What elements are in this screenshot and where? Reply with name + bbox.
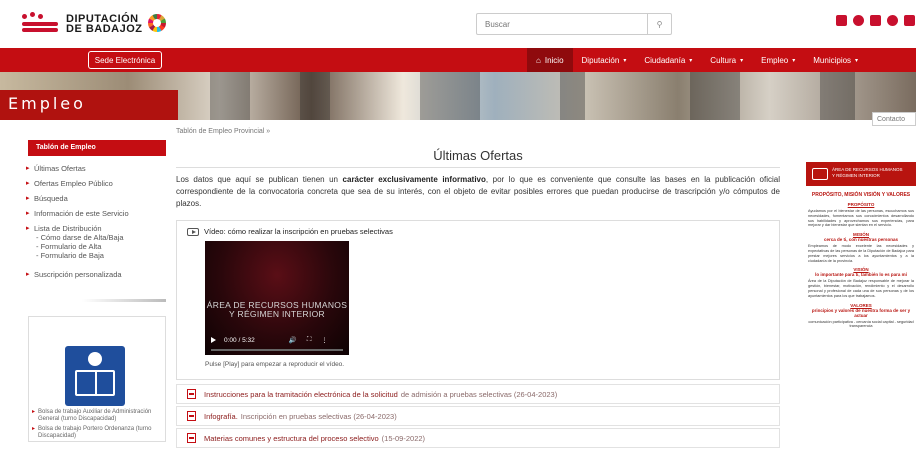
pdf-icon: [187, 411, 196, 421]
sidebar-menu: Últimas Ofertas Ofertas Empleo Público B…: [26, 164, 166, 279]
main-menu: ⌂ Inicio Diputación ▾ Ciudadanía ▾ Cultura…: [527, 48, 867, 72]
sidebar-item-ultimas-ofertas[interactable]: Últimas Ofertas: [26, 164, 166, 173]
sidebar-item-ofertas-empleo-publico[interactable]: Ofertas Empleo Público: [26, 179, 166, 188]
search-icon[interactable]: ⚲: [647, 14, 671, 34]
fullscreen-icon[interactable]: ⛶: [307, 336, 312, 344]
chevron-down-icon: ▾: [740, 57, 744, 64]
left-sidebar: Tablón de Empleo Últimas Ofertas Ofertas…: [26, 140, 166, 285]
sidebar-heading: Tablón de Empleo: [28, 140, 166, 156]
sidebar-item-informacion[interactable]: Información de este Servicio: [26, 209, 166, 218]
section-banner: Empleo: [0, 72, 916, 120]
video-player[interactable]: ÁREA DE RECURSOS HUMANOS Y RÉGIMEN INTER…: [205, 241, 349, 355]
youtube-icon[interactable]: [870, 15, 881, 26]
sede-electronica-button[interactable]: Sede Electrónica: [88, 51, 162, 69]
play-icon[interactable]: [211, 337, 216, 343]
chevron-down-icon: ▾: [623, 57, 627, 64]
flickr-icon[interactable]: [853, 15, 864, 26]
sdg-wheel-icon[interactable]: [148, 14, 166, 32]
nav-item-cultura[interactable]: Cultura ▾: [701, 48, 752, 72]
logo-line2: DE BADAJOZ: [66, 23, 143, 35]
twitter-icon[interactable]: [904, 15, 915, 26]
video-controls: 0:00 / 5:32 🔊 ⛶ ⋮: [205, 333, 349, 347]
easy-read-link[interactable]: Bolsa de trabajo Auxiliar de Administrac…: [32, 409, 165, 423]
sidebar-item-busqueda[interactable]: Búsqueda: [26, 194, 166, 203]
sidebar-item-lista-distribucion: Lista de Distribución - Cómo darse de Al…: [26, 224, 166, 260]
video-caption: Pulse [Play] para empezar a reproducir e…: [205, 361, 345, 368]
chevron-down-icon: ▾: [792, 57, 796, 64]
video-section: Vídeo: cómo realizar la inscripción en p…: [176, 220, 780, 380]
document-item: Infografía. Inscripción en pruebas selec…: [176, 406, 780, 426]
more-options-icon[interactable]: ⋮: [321, 336, 328, 344]
nav-item-inicio[interactable]: ⌂ Inicio: [527, 48, 573, 72]
document-item: Instrucciones para la tramitación electr…: [176, 384, 780, 404]
pdf-icon: [187, 433, 196, 443]
video-progress-bar[interactable]: [211, 349, 343, 351]
nav-item-municipios[interactable]: Municipios ▾: [804, 48, 867, 72]
breadcrumb[interactable]: Tablón de Empleo Provincial »: [176, 128, 270, 135]
easy-read-box: Bolsa de trabajo Auxiliar de Administrac…: [28, 316, 166, 442]
values-infographic[interactable]: ÁREA DE RECURSOS HUMANOS Y RÉGIMEN INTER…: [806, 162, 916, 362]
section-title: Empleo: [8, 94, 86, 113]
facebook-icon[interactable]: [887, 15, 898, 26]
video-heading: Vídeo: cómo realizar la inscripción en p…: [187, 227, 393, 236]
chevron-down-icon: ▾: [689, 57, 693, 64]
rss-icon[interactable]: [836, 15, 847, 26]
easy-read-link[interactable]: Bolsa de trabajo Portero Ordenanza (turn…: [32, 426, 165, 440]
top-header: DIPUTACIÓN DE BADAJOZ ⚲: [0, 0, 916, 48]
chevron-down-icon: ▾: [855, 57, 859, 64]
video-frame-title: ÁREA DE RECURSOS HUMANOS Y RÉGIMEN INTER…: [206, 300, 348, 319]
sidebar-subitem-formulario-alta[interactable]: - Formulario de Alta: [34, 242, 166, 251]
search-box: ⚲: [476, 13, 672, 35]
easy-read-icon[interactable]: [65, 346, 125, 406]
contact-tab[interactable]: Contacto: [872, 112, 916, 126]
page-title: Últimas Ofertas: [176, 148, 780, 168]
document-item: Materias comunes y estructura del proces…: [176, 428, 780, 448]
sidebar-subitem-formulario-baja[interactable]: - Formulario de Baja: [34, 251, 166, 260]
infographic-title: PROPÓSITO, MISIÓN VISIÓN Y VALORES: [811, 192, 911, 198]
nav-item-empleo[interactable]: Empleo ▾: [752, 48, 804, 72]
sidebar-subitem-alta-baja[interactable]: - Cómo darse de Alta/Baja: [34, 233, 166, 242]
section-title-box: Empleo: [0, 90, 178, 120]
video-time: 0:00 / 5:32: [224, 336, 255, 344]
logo-mark-icon: [20, 12, 60, 36]
pdf-icon: [187, 389, 196, 399]
nav-item-ciudadania[interactable]: Ciudadanía ▾: [635, 48, 701, 72]
intro-text: Los datos que aquí se publican tienen un…: [176, 175, 781, 208]
infographic-header: ÁREA DE RECURSOS HUMANOS Y RÉGIMEN INTER…: [806, 162, 916, 186]
easy-read-links: Bolsa de trabajo Auxiliar de Administrac…: [32, 409, 165, 443]
sidebar-item-suscripcion[interactable]: Suscripción personalizada: [26, 270, 166, 279]
home-icon: ⌂: [536, 55, 541, 65]
volume-icon[interactable]: 🔊: [289, 336, 297, 344]
nav-item-diputacion[interactable]: Diputación ▾: [573, 48, 636, 72]
social-links: [836, 15, 915, 26]
sidebar-divider: [82, 299, 166, 302]
main-navbar: Sede Electrónica ⌂ Inicio Diputación ▾ Ci…: [0, 48, 916, 72]
video-icon: [187, 227, 199, 236]
search-input[interactable]: [477, 14, 647, 34]
diputacion-logo[interactable]: DIPUTACIÓN DE BADAJOZ: [20, 12, 143, 36]
